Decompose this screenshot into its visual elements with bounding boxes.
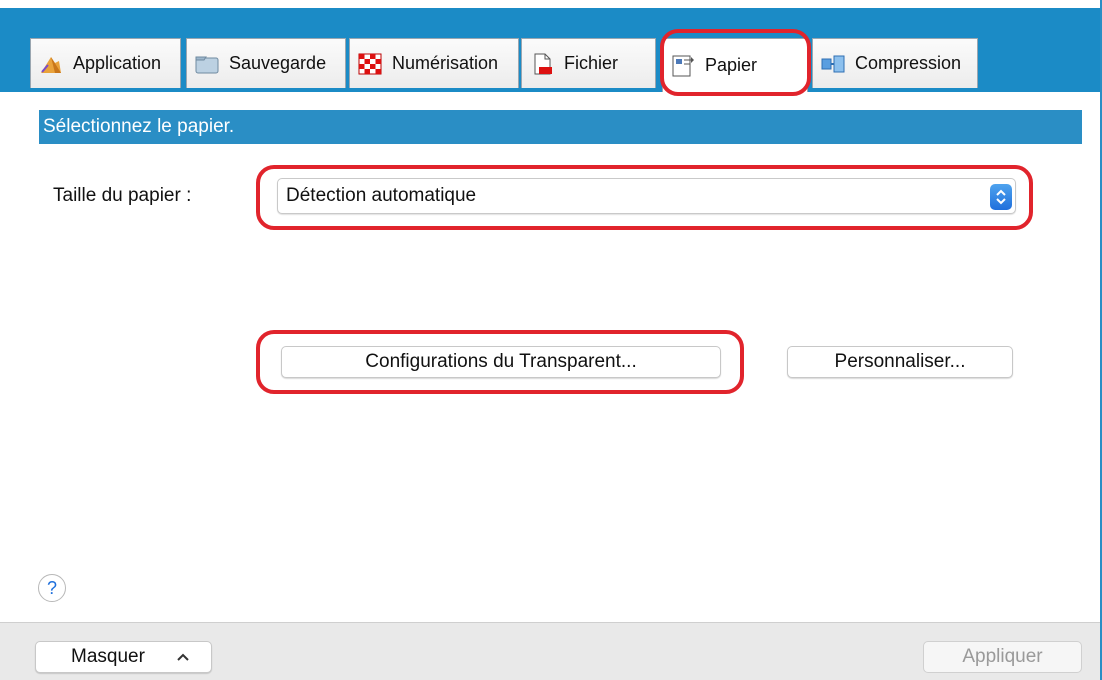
- paper-size-value: Détection automatique: [286, 185, 477, 206]
- top-band: [0, 0, 1102, 8]
- section-header: Sélectionnez le papier.: [39, 110, 1082, 144]
- tab-label: Compression: [855, 53, 962, 73]
- tab-label: Application: [73, 53, 162, 73]
- tab-label: Numérisation: [392, 53, 499, 73]
- file-pdf-icon: [530, 53, 554, 75]
- tab-sauvegarde[interactable]: Sauvegarde: [186, 38, 346, 88]
- help-icon[interactable]: ?: [38, 574, 66, 602]
- application-icon: [39, 53, 63, 75]
- compression-icon: [821, 53, 845, 75]
- customize-button[interactable]: Personnaliser...: [787, 346, 1013, 378]
- tab-label: Fichier: [564, 53, 619, 73]
- tab-fichier[interactable]: Fichier: [521, 38, 656, 88]
- chevron-up-icon: [177, 653, 189, 661]
- tab-papier[interactable]: Papier: [662, 38, 808, 92]
- hide-button-label: Masquer: [71, 646, 145, 667]
- hide-button[interactable]: Masquer: [35, 641, 212, 673]
- tab-numerisation[interactable]: Numérisation: [349, 38, 519, 88]
- tab-bar: Application Sauvegarde Numérisation Fich…: [0, 10, 1100, 92]
- paper-icon: [671, 55, 695, 77]
- tab-label: Papier: [705, 55, 758, 75]
- apply-button[interactable]: Appliquer: [923, 641, 1082, 673]
- chevron-updown-icon: [990, 184, 1012, 210]
- scan-checker-icon: [358, 53, 382, 75]
- paper-size-select[interactable]: Détection automatique: [277, 178, 1016, 214]
- tab-label: Sauvegarde: [229, 53, 327, 73]
- tab-application[interactable]: Application: [30, 38, 181, 88]
- settings-window: Application Sauvegarde Numérisation Fich…: [0, 8, 1100, 680]
- folder-icon: [195, 53, 219, 75]
- transparent-settings-button[interactable]: Configurations du Transparent...: [281, 346, 721, 378]
- paper-size-label: Taille du papier :: [53, 185, 192, 206]
- tab-compression[interactable]: Compression: [812, 38, 978, 88]
- section-title: Sélectionnez le papier.: [43, 116, 235, 137]
